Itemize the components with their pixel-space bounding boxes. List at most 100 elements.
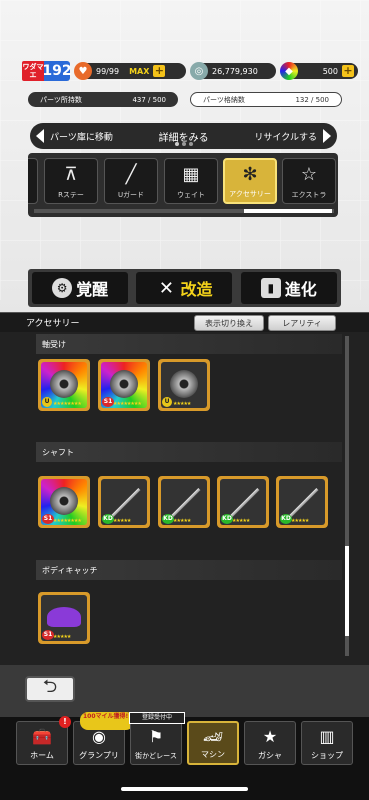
part-item[interactable]: S1 ★★★★★★★★ <box>98 359 150 411</box>
page-dots <box>175 142 193 146</box>
rank-value: 192 <box>42 61 72 81</box>
gem-plus-button[interactable]: + <box>342 65 354 77</box>
category-tab-accessory[interactable]: ✻ アクセサリー <box>223 158 277 204</box>
shaft-icon <box>171 488 201 517</box>
tab-label: 街かどレース <box>135 752 177 760</box>
category-label: Rステー <box>58 191 84 199</box>
energy-value: 99/99 <box>96 66 120 76</box>
arrow-left-icon <box>36 129 44 143</box>
promo-badge: 100マイル獲得!! <box>80 712 134 730</box>
parts-list-scrollbar[interactable] <box>345 336 349 656</box>
tools-icon: ✕ <box>158 277 175 299</box>
display-toggle-button[interactable]: 表示切り換え <box>194 315 264 331</box>
shaft-icon <box>230 488 260 517</box>
category-tab-extra[interactable]: ☆ エクストラ <box>282 158 336 204</box>
section-header: ボディキャッチ <box>36 560 342 580</box>
tab-grandprix[interactable]: 100マイル獲得!! ◉ グランプリ <box>73 712 134 765</box>
tab-label: ショップ <box>311 751 343 760</box>
tab-home[interactable]: ! 🧰 ホーム <box>16 716 71 765</box>
part-item[interactable]: KD ★★★★★ <box>217 476 269 528</box>
page-dot <box>175 142 179 146</box>
gem-stat: ◆ 500 + <box>280 62 358 80</box>
recycle-button[interactable]: リサイクルする <box>254 129 331 143</box>
move-to-storage-label: パーツ庫に移動 <box>50 132 113 143</box>
bearing-icon <box>50 370 78 398</box>
modify-label: 改造 <box>180 280 213 299</box>
status-bar: ワダマエ 192 ♥ 99/99 MAX + ◎ 26,779,930 ◆ 50… <box>22 60 359 82</box>
arrow-right-icon <box>322 129 331 143</box>
star-rating: ★★★★★ <box>291 518 309 524</box>
gacha-icon: ★ <box>262 726 278 746</box>
category-tab-wheel[interactable]: S <box>28 158 38 204</box>
tab-gacha[interactable]: ★ ガシャ <box>244 721 296 765</box>
category-label: エクストラ <box>291 191 327 199</box>
grade-badge: U <box>162 397 172 407</box>
move-to-storage-button[interactable]: パーツ庫に移動 <box>36 129 113 143</box>
action-bar: ⚙ 覚醒 ✕ 改造 ▮ 進化 <box>28 269 341 307</box>
parts-list-scrollbar-thumb[interactable] <box>345 546 349 636</box>
shaft-icon <box>50 487 78 515</box>
grade-badge: U <box>42 397 52 407</box>
extra-icon: ☆ <box>300 164 318 185</box>
star-rating: ★★★★★ <box>232 518 250 524</box>
tab-label: ガシャ <box>258 751 282 760</box>
tab-label: ホーム <box>30 751 54 760</box>
bearing-icon <box>110 370 138 398</box>
home-indicator-area <box>0 770 369 800</box>
category-tab-weight[interactable]: ▦ ウェイト <box>164 158 218 204</box>
home-icon: 🧰 <box>32 726 52 746</box>
panel-header: アクセサリー 表示切り換え レアリティ <box>0 312 369 332</box>
category-tab-r-stay[interactable]: ⊼ Rステー <box>44 158 98 204</box>
part-item[interactable]: KD ★★★★★ <box>158 476 210 528</box>
evolve-button[interactable]: ▮ 進化 <box>240 272 337 304</box>
star-rating: ★★★★★★★★ <box>113 401 142 407</box>
recycle-label: リサイクルする <box>254 132 317 143</box>
awaken-label: 覚醒 <box>76 280 109 299</box>
category-scrollbar-thumb[interactable] <box>244 209 332 213</box>
bearing-icon <box>170 370 198 398</box>
rarity-sort-button[interactable]: レアリティ <box>268 315 336 331</box>
registration-badge: 登録受付中 <box>129 712 185 724</box>
tab-machine[interactable]: 🏎 マシン <box>187 721 239 765</box>
part-item[interactable]: KD ★★★★★ <box>98 476 150 528</box>
body-catch-icon <box>47 607 81 627</box>
home-indicator[interactable] <box>121 787 248 791</box>
section-header: シャフト <box>36 442 342 462</box>
parts-stored-value: 132 / 500 <box>295 95 329 104</box>
money-value: 26,779,930 <box>212 66 258 76</box>
parts-held-bar: パーツ所持数 437 / 500 <box>28 92 178 107</box>
parts-panel: アクセサリー 表示切り換え レアリティ 軸受け U ★★★★★★★★ S1 ★★… <box>0 312 369 682</box>
awaken-button[interactable]: ⚙ 覚醒 <box>32 272 129 304</box>
category-scrollbar[interactable] <box>34 209 334 213</box>
parts-list[interactable]: 軸受け U ★★★★★★★★ S1 ★★★★★★★★ U ★★★★★ シャフト <box>36 334 342 660</box>
shaft-icon <box>289 488 319 517</box>
tab-label: マシン <box>201 750 225 759</box>
section-header: 軸受け <box>36 334 342 354</box>
category-tab-u-guard[interactable]: ╱ Uガード <box>104 158 158 204</box>
category-label: アクセサリー <box>229 190 271 198</box>
back-button[interactable]: ⮌ <box>25 676 75 702</box>
tab-street-race[interactable]: 登録受付中 ⚑ 街かどレース <box>129 712 185 765</box>
star-rating: ★★★★★★★★ <box>53 401 82 407</box>
star-rating: ★★★★★★★★ <box>53 518 82 524</box>
modify-button[interactable]: ✕ 改造 <box>136 272 233 304</box>
rank-label: ワダマエ <box>22 61 44 81</box>
category-label: ウェイト <box>177 191 205 199</box>
parts-stored-bar: パーツ格納数 132 / 500 <box>190 92 342 107</box>
part-item[interactable]: KD ★★★★★ <box>276 476 328 528</box>
accessory-icon: ✻ <box>242 164 258 185</box>
part-item[interactable]: U ★★★★★★★★ <box>38 359 90 411</box>
background-pattern <box>0 0 369 300</box>
part-item[interactable]: U ★★★★★ <box>158 359 210 411</box>
category-label: Uガード <box>117 191 145 199</box>
tab-label: グランプリ <box>79 751 119 760</box>
energy-plus-button[interactable]: + <box>153 65 166 77</box>
parts-held-value: 437 / 500 <box>132 95 166 104</box>
part-item[interactable]: S1 ★★★★★ <box>38 592 90 644</box>
machine-icon: 🏎 <box>202 726 224 746</box>
part-item[interactable]: S1 ★★★★★★★★ <box>38 476 90 528</box>
tab-shop[interactable]: ▥ ショップ <box>301 721 353 765</box>
star-rating: ★★★★★ <box>113 518 131 524</box>
u-guard-icon: ╱ <box>125 164 137 185</box>
weight-icon: ▦ <box>182 164 200 185</box>
